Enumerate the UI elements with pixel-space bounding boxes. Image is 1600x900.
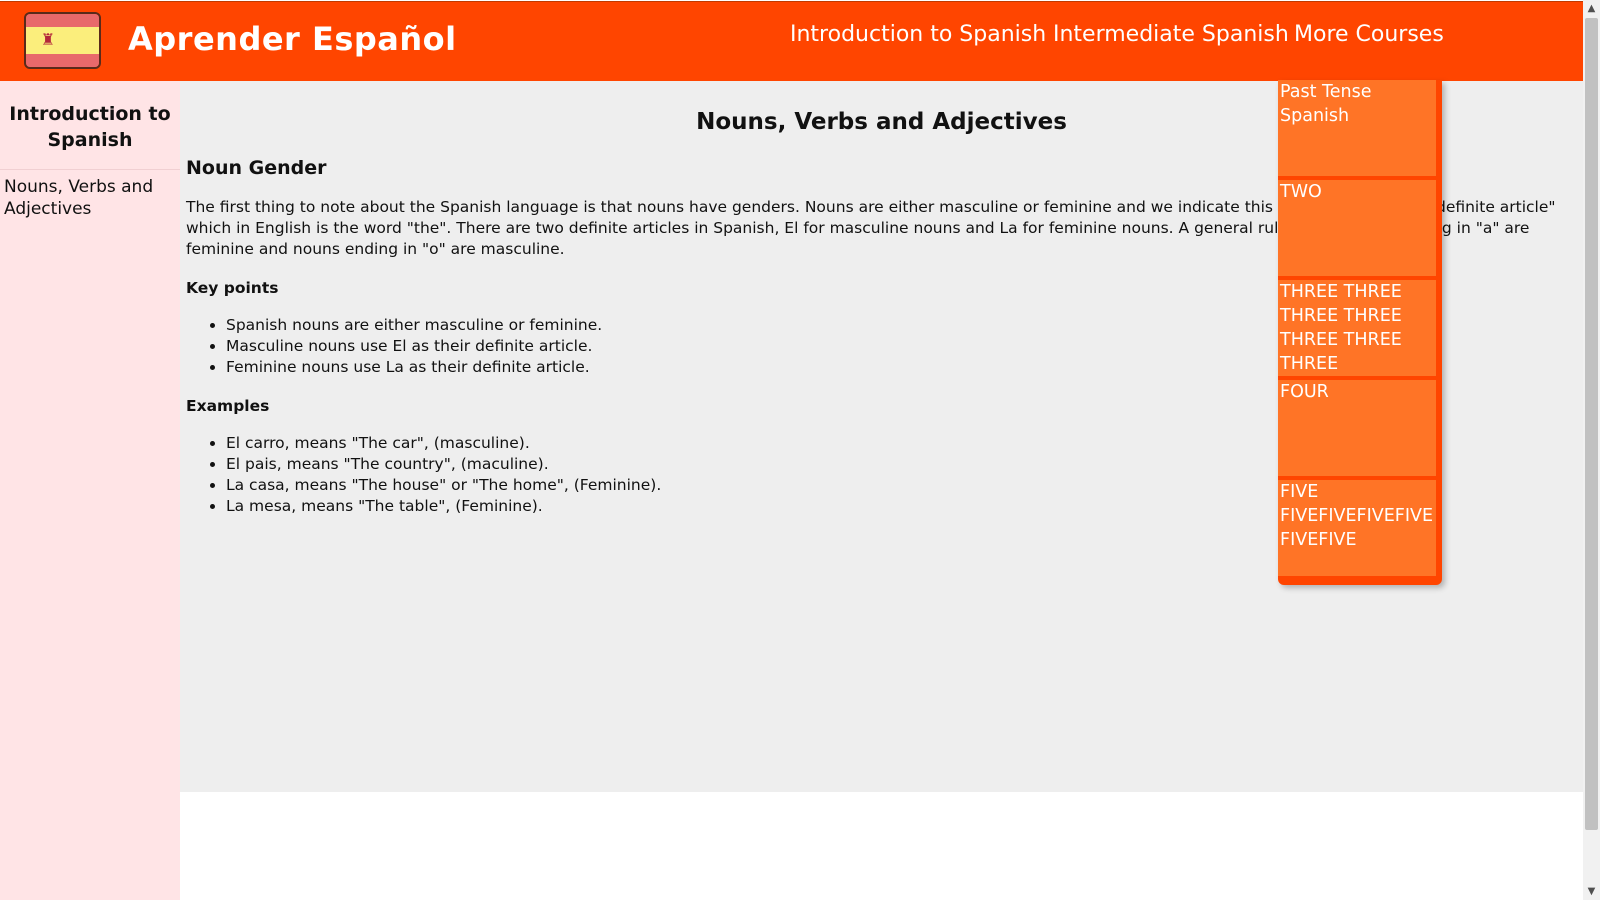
vertical-scrollbar[interactable]: ▲ ▼ [1583,0,1600,900]
arrow-up-icon[interactable]: ▲ [1583,0,1600,17]
sidebar-title: Introduction to Spanish [0,81,180,170]
more-courses-dropdown: Past Tense Spanish TWO THREE THREE THREE… [1278,80,1442,585]
dropdown-item-five[interactable]: FIVE FIVEFIVEFIVEFIVEFIVEFIVE [1278,480,1436,576]
sidebar-item-nouns-verbs-adjectives[interactable]: Nouns, Verbs and Adjectives [0,170,180,226]
nav-more-courses[interactable]: More Courses [1294,22,1444,47]
sidebar: Introduction to Spanish Nouns, Verbs and… [0,81,180,900]
dropdown-item-past-tense-spanish[interactable]: Past Tense Spanish [1278,80,1436,176]
dropdown-item-two[interactable]: TWO [1278,180,1436,276]
nav-introduction-to-spanish[interactable]: Introduction to Spanish [790,22,1046,47]
dropdown-item-four[interactable]: FOUR [1278,380,1436,476]
dropdown-item-three[interactable]: THREE THREE THREE THREE THREE THREE THRE… [1278,280,1436,376]
scrollbar-thumb[interactable] [1585,18,1598,830]
arrow-down-icon[interactable]: ▼ [1583,883,1600,900]
site-brand-title[interactable]: Aprender Español [128,20,457,58]
top-navigation-bar: ♜ Aprender Español Introduction to Spani… [0,1,1583,81]
nav-intermediate-spanish[interactable]: Intermediate Spanish [1053,22,1289,47]
spain-flag-icon[interactable]: ♜ [24,12,101,69]
